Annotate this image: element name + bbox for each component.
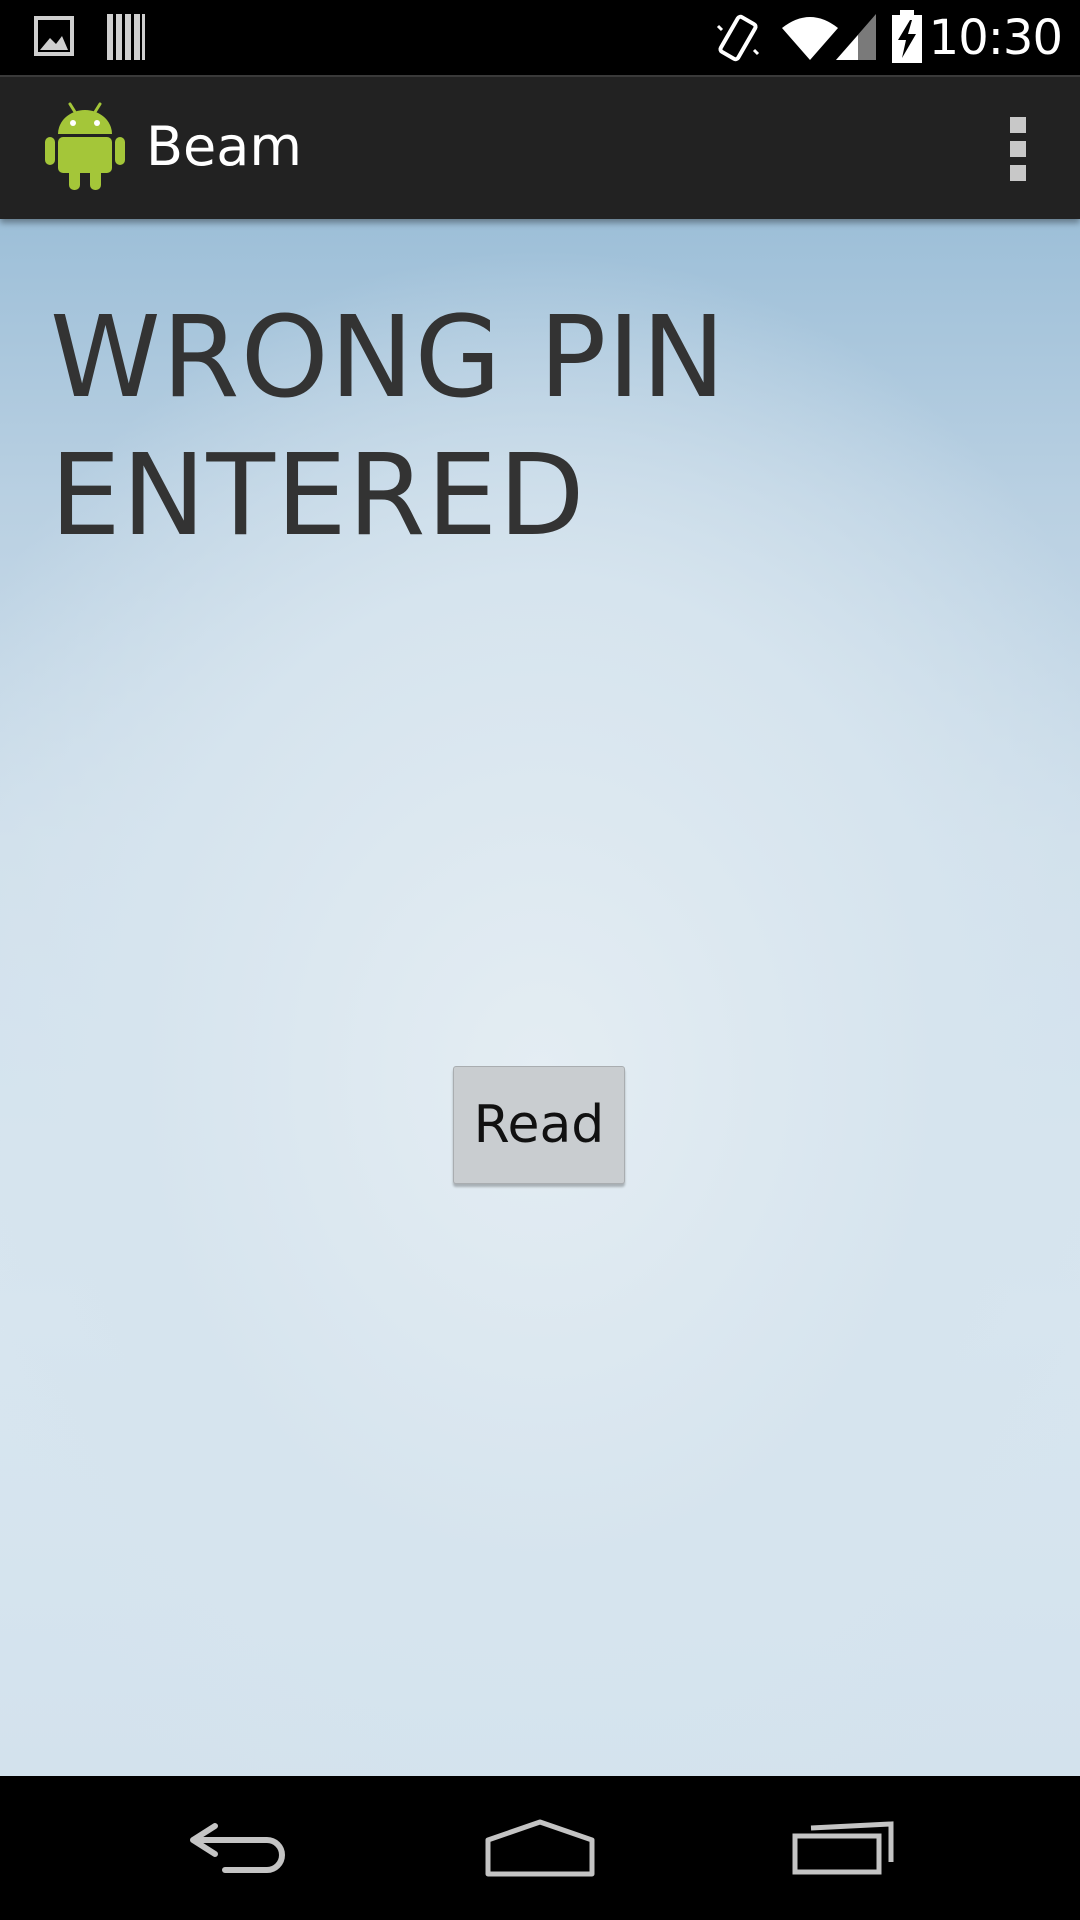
status-message: WRONG PIN ENTERED bbox=[50, 293, 727, 561]
barcode-notification-icon bbox=[107, 14, 145, 60]
gallery-notification-icon bbox=[34, 16, 74, 56]
action-bar: Beam bbox=[0, 75, 1080, 219]
main-content: WRONG PIN ENTERED Read bbox=[0, 219, 1080, 1776]
back-button[interactable] bbox=[140, 1776, 340, 1920]
overflow-dot bbox=[1010, 117, 1026, 133]
cell-signal-icon bbox=[836, 14, 876, 60]
read-button[interactable]: Read bbox=[453, 1066, 625, 1184]
status-bar: 10:30 bbox=[0, 0, 1080, 75]
recents-button[interactable] bbox=[743, 1776, 943, 1920]
wifi-icon bbox=[782, 17, 838, 60]
recents-icon bbox=[792, 1821, 894, 1875]
battery-charging-icon bbox=[892, 10, 922, 63]
overflow-dot bbox=[1010, 141, 1026, 157]
vibrate-icon bbox=[716, 14, 760, 62]
back-icon bbox=[190, 1823, 285, 1873]
home-icon bbox=[485, 1819, 595, 1877]
app-title: Beam bbox=[146, 115, 302, 178]
overflow-menu-icon[interactable] bbox=[996, 117, 1040, 181]
navigation-bar bbox=[0, 1776, 1080, 1920]
overflow-dot bbox=[1010, 165, 1026, 181]
android-robot-icon[interactable] bbox=[44, 100, 126, 192]
clock-time: 10:30 bbox=[928, 10, 1063, 66]
home-button[interactable] bbox=[440, 1776, 640, 1920]
